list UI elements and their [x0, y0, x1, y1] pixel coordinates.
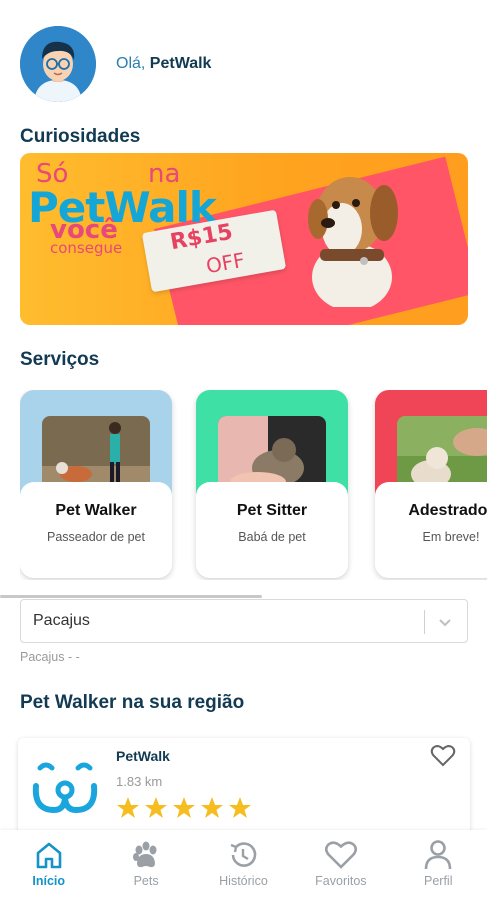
star-icon: [173, 797, 195, 818]
star-icon: [145, 797, 167, 818]
service-card-body: Adestrador Em breve!: [375, 482, 487, 578]
walker-rating: [116, 796, 252, 820]
star-icon: [117, 797, 139, 818]
service-card-body: Pet Walker Passeador de pet: [20, 482, 172, 578]
service-card-body: Pet Sitter Babá de pet: [196, 482, 348, 578]
star-icon: [201, 797, 223, 818]
header: Olá, PetWalk: [20, 26, 211, 102]
regiao-title: Pet Walker na sua região: [20, 692, 245, 713]
avatar[interactable]: [20, 26, 96, 102]
home-icon: [4, 838, 94, 872]
service-card-pet-sitter[interactable]: Pet Sitter Babá de pet: [196, 390, 348, 578]
walker-name: PetWalk: [116, 748, 170, 764]
nav-perfil[interactable]: Perfil: [393, 838, 483, 888]
carousel-scrollbar[interactable]: [0, 595, 262, 598]
history-icon: [198, 838, 288, 872]
city-select-value: Pacajus: [33, 612, 90, 629]
curiosidades-title: Curiosidades: [20, 126, 141, 147]
nav-pets[interactable]: Pets: [101, 838, 191, 888]
paw-icon: [101, 838, 191, 872]
favorite-heart-icon[interactable]: [430, 744, 456, 773]
service-title: Adestrador: [408, 502, 487, 519]
nav-label: Pets: [133, 874, 159, 888]
service-card-pet-walker[interactable]: Pet Walker Passeador de pet: [20, 390, 172, 578]
beagle-image: [308, 177, 398, 307]
chevron-down-icon[interactable]: [437, 614, 453, 635]
service-subtitle: Passeador de pet: [47, 530, 145, 544]
banner-text-consegue: consegue: [50, 239, 123, 257]
user-icon: [393, 838, 483, 872]
city-helper-text: Pacajus - -: [20, 650, 80, 664]
nav-historico[interactable]: Histórico: [198, 838, 288, 888]
petwalk-logo-icon: [30, 760, 100, 821]
nav-label: Favoritos: [315, 874, 367, 888]
greeting-text: Olá,: [116, 55, 146, 72]
user-name: PetWalk: [149, 55, 212, 72]
greeting: Olá, PetWalk: [116, 55, 211, 73]
service-subtitle: Em breve!: [422, 530, 480, 544]
bottom-nav: Início Pets Histórico Favoritos Perfil: [0, 830, 487, 900]
service-card-adestrador[interactable]: Adestrador Em breve!: [375, 390, 487, 578]
heart-icon: [296, 838, 386, 872]
avatar-illustration: [20, 26, 96, 102]
star-icon: [229, 797, 251, 818]
nav-label: Histórico: [219, 874, 268, 888]
service-title: Pet Sitter: [236, 502, 308, 519]
walker-card[interactable]: PetWalk 1.83 km: [18, 738, 470, 838]
servicos-title: Serviços: [20, 349, 100, 370]
walker-distance: 1.83 km: [116, 774, 163, 789]
service-subtitle: Babá de pet: [238, 530, 306, 544]
nav-label: Início: [32, 874, 66, 888]
nav-inicio[interactable]: Início: [4, 838, 94, 888]
select-divider: [424, 610, 425, 634]
city-select[interactable]: Pacajus: [20, 599, 468, 643]
service-title: Pet Walker: [55, 502, 137, 519]
nav-label: Perfil: [424, 874, 453, 888]
promo-banner[interactable]: Só na PetWalk você consegue R$15 OFF: [20, 153, 468, 325]
services-carousel[interactable]: Pet Walker Passeador de pet Pet Sitter B…: [20, 390, 487, 580]
nav-favoritos[interactable]: Favoritos: [296, 838, 386, 888]
